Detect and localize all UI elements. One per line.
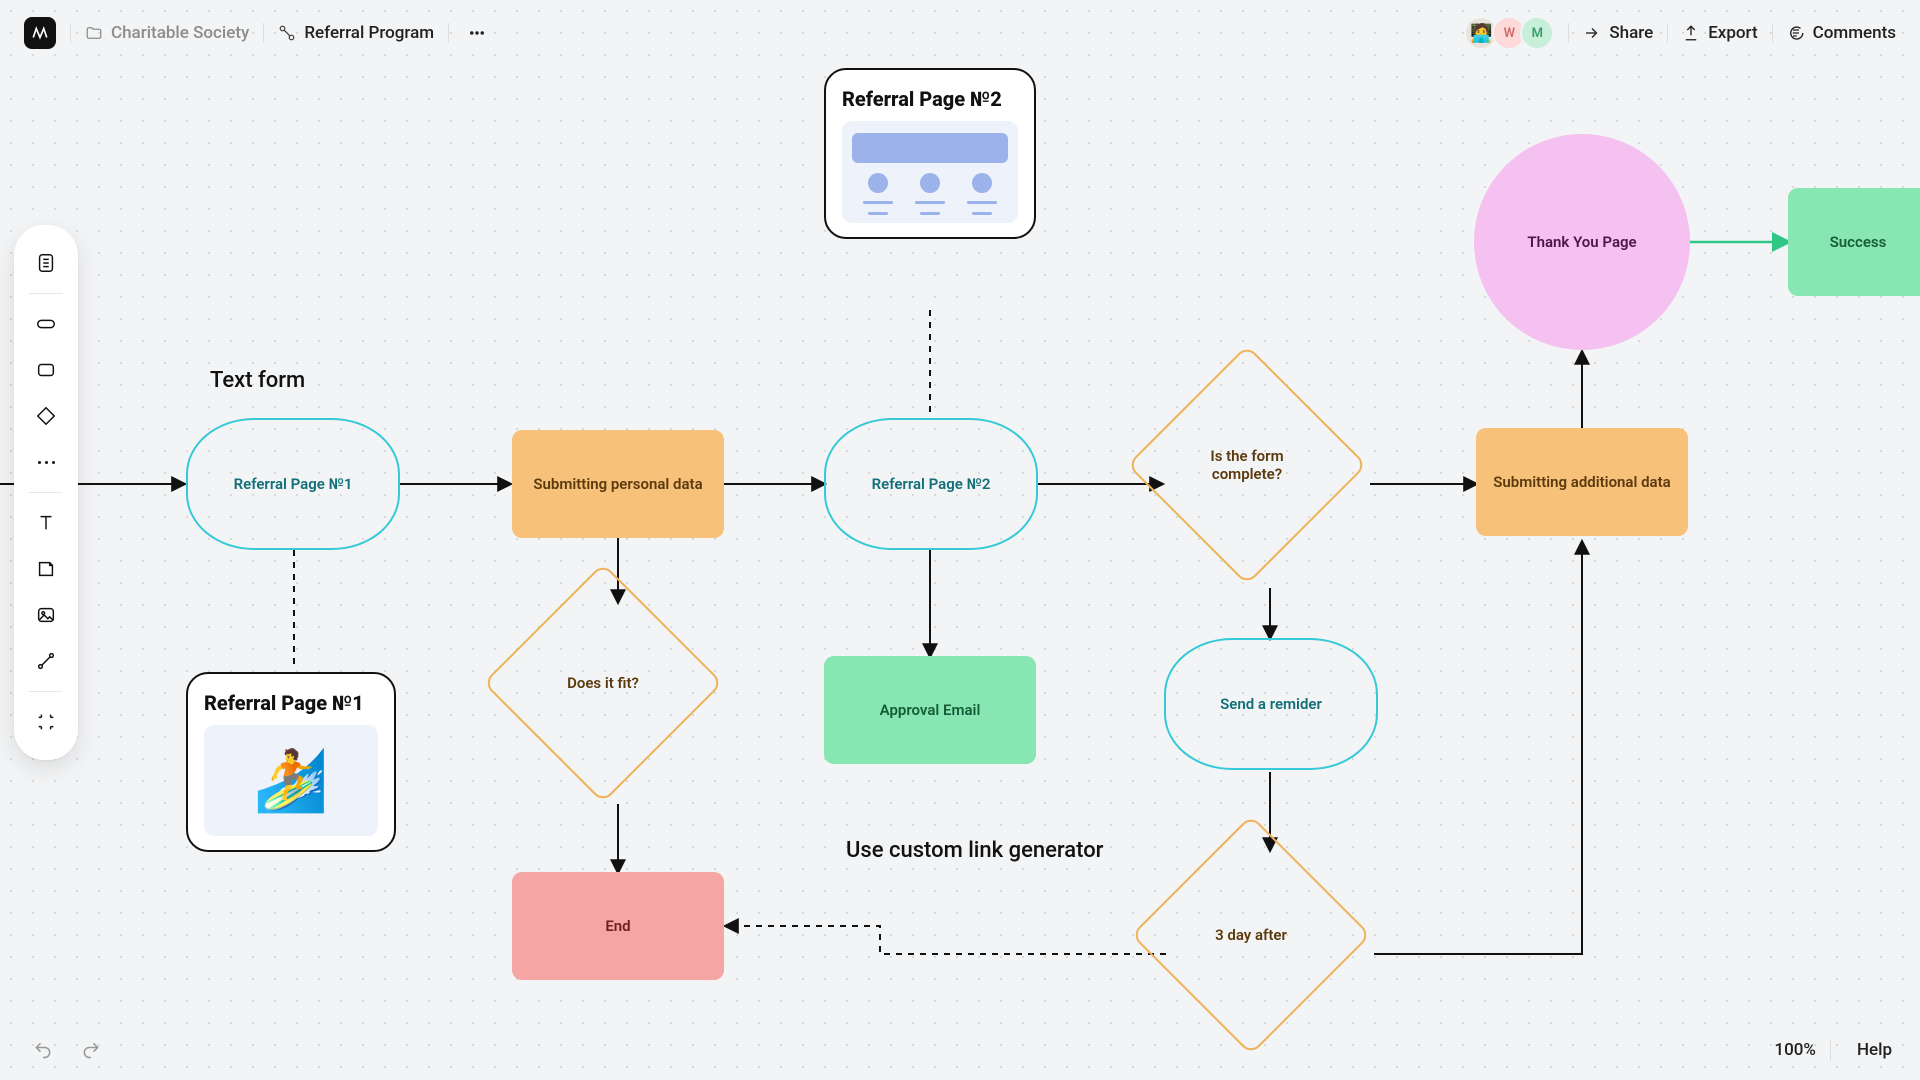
node-success[interactable]: Success <box>1788 188 1920 296</box>
node-label: Is the form complete? <box>1162 447 1332 483</box>
divider <box>29 492 63 493</box>
redo-icon <box>81 1040 101 1060</box>
tool-rectangle[interactable] <box>26 348 66 392</box>
divider <box>70 23 71 43</box>
node-referral-page-1[interactable]: Referral Page №1 <box>186 418 400 550</box>
breadcrumb-project-label: Charitable Society <box>111 23 249 43</box>
node-label: Approval Email <box>880 701 981 719</box>
share-button[interactable]: Share <box>1583 23 1653 43</box>
node-label: End <box>605 917 630 935</box>
node-label: Referral Page №1 <box>234 475 353 493</box>
preview-card-title: Referral Page №1 <box>204 692 378 715</box>
avatar[interactable]: M <box>1520 16 1554 50</box>
node-label: Thank You Page <box>1527 233 1636 251</box>
collaborator-avatars: W M <box>1470 16 1554 50</box>
undo-button[interactable] <box>28 1035 58 1065</box>
node-label: 3 day after <box>1201 926 1301 944</box>
preview-card-referral-1[interactable]: Referral Page №1 🏄 <box>186 672 396 852</box>
share-label: Share <box>1609 23 1653 43</box>
node-does-it-fit[interactable]: Does it fit? <box>518 598 688 768</box>
tool-diamond[interactable] <box>26 394 66 438</box>
divider <box>1830 1040 1831 1060</box>
more-menu-button[interactable] <box>463 19 491 47</box>
node-3-day-after[interactable]: 3 day after <box>1166 850 1336 1020</box>
breadcrumb-project[interactable]: Charitable Society <box>85 23 249 43</box>
divider <box>1667 23 1668 43</box>
node-is-form-complete[interactable]: Is the form complete? <box>1162 380 1332 550</box>
tool-image[interactable] <box>26 593 66 637</box>
divider <box>29 691 63 692</box>
divider <box>448 23 449 43</box>
tool-connector[interactable] <box>26 639 66 683</box>
bottom-bar: 100% Help <box>0 1020 1920 1080</box>
comments-button[interactable]: Comments <box>1787 23 1896 43</box>
node-label: Send a remider <box>1220 695 1322 713</box>
tool-page[interactable] <box>26 241 66 285</box>
tool-more-shapes[interactable] <box>26 440 66 484</box>
node-label: Submitting additional data <box>1493 473 1670 491</box>
folder-icon <box>85 24 103 42</box>
flow-icon <box>278 24 296 42</box>
node-referral-page-2[interactable]: Referral Page №2 <box>824 418 1038 550</box>
redo-button[interactable] <box>76 1035 106 1065</box>
preview-card-title: Referral Page №2 <box>842 88 1018 111</box>
divider <box>263 23 264 43</box>
zoom-level[interactable]: 100% <box>1774 1040 1816 1060</box>
breadcrumb-page-label: Referral Program <box>304 23 434 43</box>
preview-thumb <box>842 121 1018 223</box>
node-thank-you-page[interactable]: Thank You Page <box>1474 134 1690 350</box>
node-submitting-personal-data[interactable]: Submitting personal data <box>512 430 724 538</box>
app-logo[interactable] <box>24 17 56 49</box>
annotation-text-form[interactable]: Text form <box>210 368 305 393</box>
tool-frame[interactable] <box>26 700 66 744</box>
top-bar: Charitable Society Referral Program W M … <box>0 0 1920 66</box>
preview-card-referral-2[interactable]: Referral Page №2 <box>824 68 1036 239</box>
share-icon <box>1583 24 1601 42</box>
comments-label: Comments <box>1813 23 1896 43</box>
export-label: Export <box>1708 23 1757 43</box>
node-label: Referral Page №2 <box>872 475 991 493</box>
undo-icon <box>33 1040 53 1060</box>
node-submitting-additional-data[interactable]: Submitting additional data <box>1476 428 1688 536</box>
shape-toolbar <box>14 225 78 760</box>
node-label: Submitting personal data <box>533 475 702 493</box>
annotation-custom-link[interactable]: Use custom link generator <box>846 838 1103 863</box>
export-button[interactable]: Export <box>1682 23 1757 43</box>
divider <box>1772 23 1773 43</box>
node-label: Does it fit? <box>553 674 653 692</box>
export-icon <box>1682 24 1700 42</box>
tool-sticky[interactable] <box>26 547 66 591</box>
tool-text[interactable] <box>26 501 66 545</box>
divider <box>1568 23 1569 43</box>
node-send-reminder[interactable]: Send a remider <box>1164 638 1378 770</box>
tool-terminator[interactable] <box>26 302 66 346</box>
preview-thumb: 🏄 <box>204 725 378 836</box>
comments-icon <box>1787 24 1805 42</box>
help-button[interactable]: Help <box>1857 1040 1892 1060</box>
node-end[interactable]: End <box>512 872 724 980</box>
breadcrumb-page[interactable]: Referral Program <box>278 23 434 43</box>
node-label: Success <box>1830 233 1887 251</box>
ellipsis-icon <box>468 24 486 42</box>
divider <box>29 293 63 294</box>
node-approval-email[interactable]: Approval Email <box>824 656 1036 764</box>
